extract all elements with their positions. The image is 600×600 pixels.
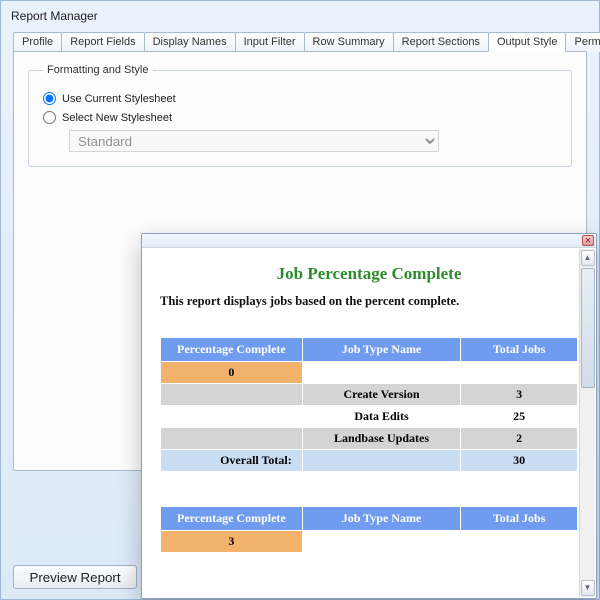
scroll-up-icon[interactable]: ▲ xyxy=(581,250,595,266)
table-row: 3 xyxy=(161,531,578,553)
report-title: Job Percentage Complete xyxy=(160,264,578,284)
scroll-thumb[interactable] xyxy=(581,268,595,388)
group-legend: Formatting and Style xyxy=(43,64,153,76)
radio-use-current[interactable]: Use Current Stylesheet xyxy=(43,92,557,105)
total-value: 3 xyxy=(461,384,578,406)
preview-body: Job Percentage Complete This report disp… xyxy=(142,248,596,553)
table-row: 0 xyxy=(161,362,578,384)
col-type: Job Type Name xyxy=(302,507,460,531)
col-total: Total Jobs xyxy=(461,338,578,362)
col-pct: Percentage Complete xyxy=(161,507,303,531)
overall-total: 30 xyxy=(461,450,578,472)
radio-use-current-label: Use Current Stylesheet xyxy=(62,93,176,105)
report-preview-window: ✕ Job Percentage Complete This report di… xyxy=(141,233,597,599)
tab-profile[interactable]: Profile xyxy=(13,32,62,52)
tab-report-fields[interactable]: Report Fields xyxy=(61,32,144,52)
table-row: Landbase Updates 2 xyxy=(161,428,578,450)
report-table-group-2: Percentage Complete Job Type Name Total … xyxy=(160,506,578,553)
close-icon[interactable]: ✕ xyxy=(582,235,594,246)
pct-value: 0 xyxy=(161,362,303,384)
total-value: 25 xyxy=(461,406,578,428)
tab-permissions[interactable]: Permissions xyxy=(565,32,600,52)
type-value: Create Version xyxy=(302,384,460,406)
radio-select-new-input[interactable] xyxy=(43,111,56,124)
col-type: Job Type Name xyxy=(302,338,460,362)
preview-report-button[interactable]: Preview Report xyxy=(13,565,137,589)
radio-select-new[interactable]: Select New Stylesheet xyxy=(43,111,557,124)
radio-select-new-label: Select New Stylesheet xyxy=(62,112,172,124)
stylesheet-select[interactable]: Standard xyxy=(69,130,439,152)
tab-input-filter[interactable]: Input Filter xyxy=(235,32,305,52)
table-row-total: Overall Total: 30 xyxy=(161,450,578,472)
type-value: Data Edits xyxy=(302,406,460,428)
formatting-style-group: Formatting and Style Use Current Stylesh… xyxy=(28,64,572,167)
preview-titlebar: ✕ xyxy=(142,234,596,248)
type-value: Landbase Updates xyxy=(302,428,460,450)
tab-report-sections[interactable]: Report Sections xyxy=(393,32,489,52)
scrollbar[interactable]: ▲ ▼ xyxy=(579,249,595,597)
tab-row-summary[interactable]: Row Summary xyxy=(304,32,394,52)
tab-strip: Profile Report Fields Display Names Inpu… xyxy=(13,31,587,51)
tab-output-style[interactable]: Output Style xyxy=(488,32,567,52)
total-value: 2 xyxy=(461,428,578,450)
tab-display-names[interactable]: Display Names xyxy=(144,32,236,52)
table-row: Data Edits 25 xyxy=(161,406,578,428)
col-pct: Percentage Complete xyxy=(161,338,303,362)
radio-use-current-input[interactable] xyxy=(43,92,56,105)
col-total: Total Jobs xyxy=(461,507,578,531)
scroll-down-icon[interactable]: ▼ xyxy=(581,580,595,596)
overall-label: Overall Total: xyxy=(161,450,303,472)
window-title: Report Manager xyxy=(1,1,599,27)
pct-value: 3 xyxy=(161,531,303,553)
report-description: This report displays jobs based on the p… xyxy=(160,294,578,309)
table-row: Create Version 3 xyxy=(161,384,578,406)
report-table-group-1: Percentage Complete Job Type Name Total … xyxy=(160,337,578,472)
